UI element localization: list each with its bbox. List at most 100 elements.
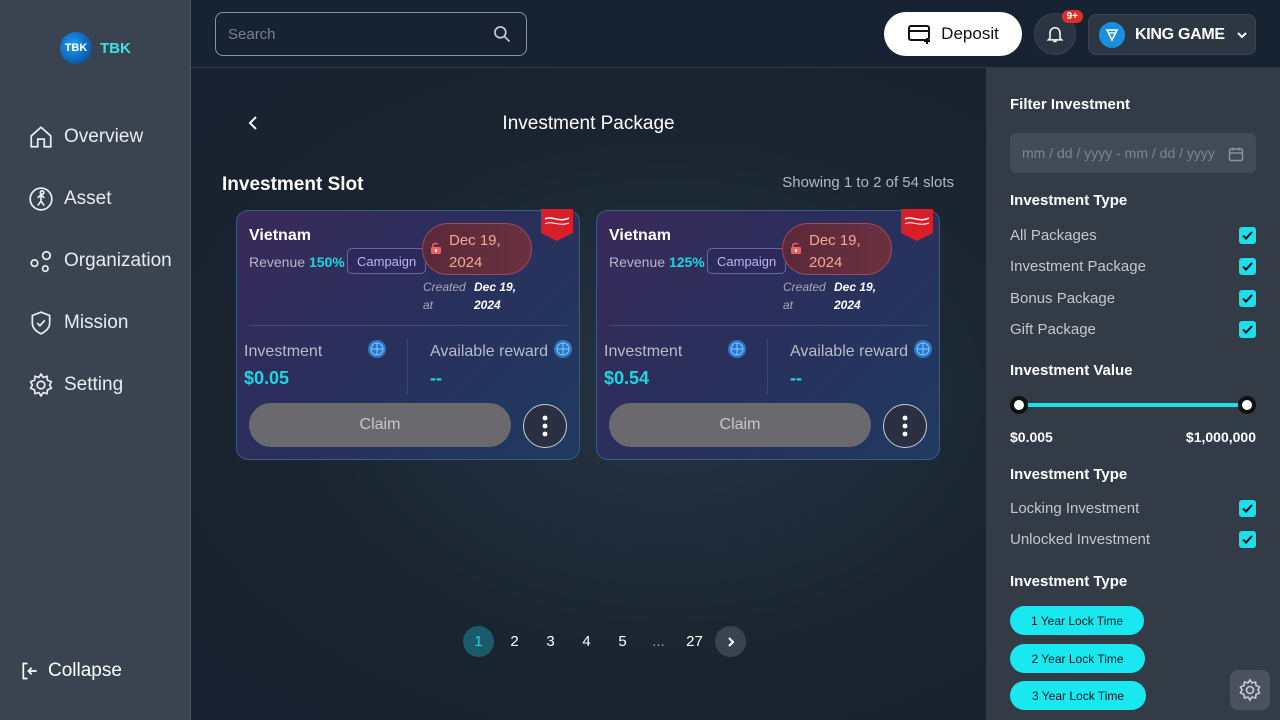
check-icon <box>1242 231 1253 240</box>
more-vertical-icon <box>542 415 548 437</box>
revenue-value: 150% <box>308 254 345 270</box>
topbar: Deposit 9+ KING GAME <box>191 0 1280 68</box>
investment-value: $0.54 <box>604 368 650 388</box>
created-date-line: 2024 <box>474 298 501 312</box>
range-min-handle[interactable] <box>1010 396 1028 414</box>
investment-label: Investment <box>604 343 683 360</box>
sidebar-item-mission[interactable]: Mission <box>28 306 172 340</box>
more-options-button[interactable] <box>883 404 927 448</box>
lock-time-chip[interactable]: 1 Year Lock Time <box>1010 606 1144 635</box>
checkbox[interactable] <box>1239 227 1256 244</box>
revenue-label: Revenue <box>249 254 306 270</box>
asset-icon <box>29 187 53 211</box>
option-label: Bonus Package <box>1010 290 1116 307</box>
sidebar: TBK TBK Overview Asset Organization Miss… <box>0 0 191 720</box>
chevron-down-icon <box>1237 31 1247 38</box>
lock-time-chip[interactable]: 2 Year Lock Time <box>1010 644 1145 673</box>
claim-button[interactable]: Claim <box>249 403 511 447</box>
card-divider <box>249 325 567 326</box>
page-title: Investment Package <box>502 113 675 134</box>
calendar-icon <box>1228 147 1244 162</box>
filter-option: Investment Package <box>1010 258 1256 275</box>
collapse-button[interactable]: Collapse <box>20 660 122 682</box>
sidebar-item-setting[interactable]: Setting <box>28 368 172 402</box>
page-button[interactable]: 2 <box>499 626 530 657</box>
brand-name: TBK <box>100 39 131 57</box>
check-icon <box>1242 262 1253 271</box>
range-min-label: $0.005 <box>1010 429 1053 445</box>
option-label: Investment Package <box>1010 258 1146 275</box>
card-add-icon <box>908 25 931 44</box>
sidebar-item-label: Overview <box>64 126 144 147</box>
investment-value-heading: Investment Value <box>1010 362 1133 379</box>
option-label: Locking Investment <box>1010 500 1140 517</box>
user-menu[interactable]: KING GAME <box>1088 14 1256 55</box>
created-date: Dec 19, 2024 <box>474 278 516 314</box>
card-revenue: Revenue 125% <box>609 254 705 270</box>
section-title: Investment Slot <box>222 174 364 195</box>
unlock-icon <box>431 242 441 254</box>
search-icon[interactable] <box>492 24 512 44</box>
investment-label: Investment <box>244 343 323 360</box>
globe-icon <box>368 340 386 358</box>
next-page-button[interactable] <box>715 626 746 657</box>
reward-label: Available reward <box>430 343 548 360</box>
checkbox[interactable] <box>1239 321 1256 338</box>
page-button[interactable]: 1 <box>463 626 494 657</box>
sidebar-item-organization[interactable]: Organization <box>28 244 172 278</box>
card-vertical-divider <box>407 339 408 395</box>
bell-icon <box>1046 26 1064 43</box>
unlock-icon <box>791 242 801 254</box>
created-date-line: Dec 19, <box>834 280 877 294</box>
value-range-slider[interactable] <box>1010 396 1256 414</box>
date-range-input[interactable]: mm / dd / yyyy - mm / dd / yyyy <box>1010 133 1256 173</box>
reward-value: -- <box>430 368 442 388</box>
globe-icon <box>914 340 932 358</box>
deposit-button[interactable]: Deposit <box>884 12 1022 56</box>
created-label: Created at <box>783 278 826 314</box>
created-date: Dec 19, 2024 <box>834 278 876 314</box>
main-content: Investment Package Investment Slot Showi… <box>191 68 986 720</box>
filter-option: Unlocked Investment <box>1010 531 1256 548</box>
filter-title: Filter Investment <box>1010 96 1131 113</box>
search-input[interactable] <box>216 13 492 55</box>
claim-button[interactable]: Claim <box>609 403 871 447</box>
sidebar-item-asset[interactable]: Asset <box>28 182 172 216</box>
checkbox[interactable] <box>1239 290 1256 307</box>
avatar <box>1099 21 1125 48</box>
notification-button[interactable]: 9+ <box>1034 10 1083 55</box>
checkbox[interactable] <box>1239 500 1256 517</box>
filter-option: Locking Investment <box>1010 500 1256 517</box>
page-button[interactable]: 3 <box>535 626 566 657</box>
sidebar-nav: Overview Asset Organization Mission Sett… <box>28 120 172 430</box>
reward-value: -- <box>790 368 802 388</box>
more-options-button[interactable] <box>523 404 567 448</box>
search-box <box>215 12 527 56</box>
option-label: All Packages <box>1010 227 1097 244</box>
gear-icon <box>1239 678 1261 702</box>
checkbox[interactable] <box>1239 531 1256 548</box>
brand[interactable]: TBK TBK <box>60 32 131 64</box>
pagination: 1 2 3 4 5 ... 27 <box>463 626 751 657</box>
lock-time-chip[interactable]: 3 Year Lock Time <box>1010 681 1146 710</box>
sidebar-item-overview[interactable]: Overview <box>28 120 172 154</box>
page-button[interactable]: 5 <box>607 626 638 657</box>
chevron-right-icon <box>727 636 734 647</box>
sidebar-item-label: Setting <box>64 374 124 395</box>
checkbox[interactable] <box>1239 258 1256 275</box>
created-line: at <box>423 298 434 312</box>
filter-panel: Filter Investment mm / dd / yyyy - mm / … <box>986 68 1280 720</box>
check-icon <box>1242 504 1253 513</box>
page-button[interactable]: 27 <box>679 626 710 657</box>
showing-count: Showing 1 to 2 of 54 slots <box>782 174 954 191</box>
page-button[interactable]: 4 <box>571 626 602 657</box>
investment-type-heading: Investment Type <box>1010 192 1128 209</box>
settings-fab[interactable] <box>1230 670 1270 710</box>
card-revenue: Revenue 150% <box>249 254 345 270</box>
organization-icon <box>30 250 52 273</box>
date-line: 2024 <box>449 254 483 271</box>
filter-option: Gift Package <box>1010 321 1256 338</box>
reward-label: Available reward <box>790 343 908 360</box>
option-label: Unlocked Investment <box>1010 531 1151 548</box>
range-max-handle[interactable] <box>1238 396 1256 414</box>
